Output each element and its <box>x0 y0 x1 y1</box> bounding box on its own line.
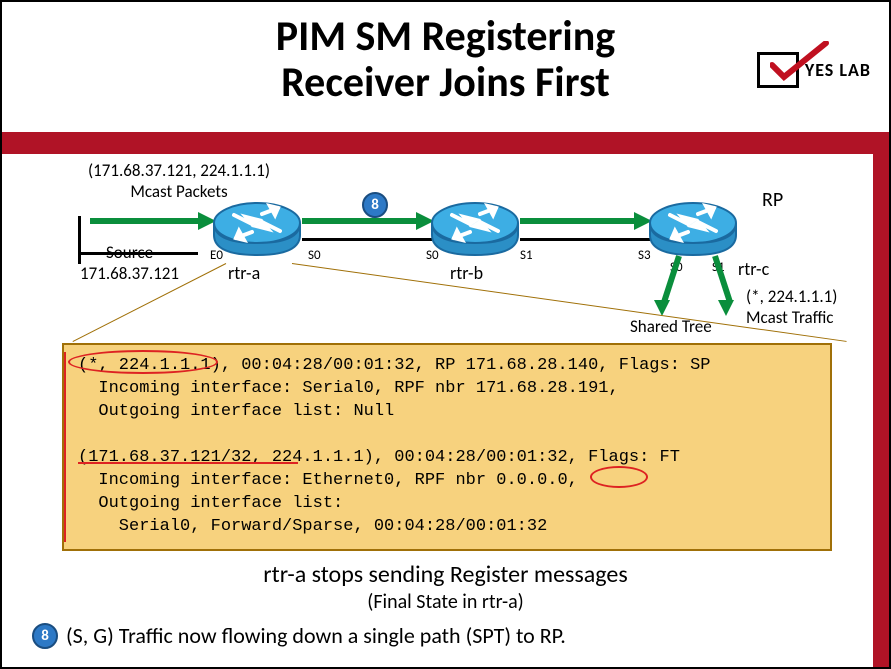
network-diagram: (171.68.37.121, 224.1.1.1) Mcast Packets… <box>2 162 873 322</box>
rtr-b-s0: S0 <box>426 248 439 263</box>
bc-arrow-line <box>520 218 634 224</box>
step-bullet-text: (S, G) Traffic now flowing down a single… <box>66 622 566 649</box>
router-icon <box>648 200 738 260</box>
yeslab-logo: YES LAB <box>757 52 871 88</box>
link-b-c <box>520 238 650 241</box>
router-c <box>648 200 738 260</box>
step-badge-bullet: 8 <box>32 623 58 649</box>
rtr-a-e0: E0 <box>210 248 223 263</box>
router-b <box>430 200 520 260</box>
step-badge-diagram: 8 <box>362 192 388 218</box>
accent-bar <box>2 132 889 154</box>
check-icon <box>770 41 832 87</box>
title-line2: Receiver Joins First <box>281 57 610 108</box>
title-line1: PIM SM Registering <box>276 11 615 62</box>
rtr-b-label: rtr-b <box>450 262 483 284</box>
step-bullet-row: 8 (S, G) Traffic now flowing down a sing… <box>32 622 566 649</box>
rtr-a-s0: S0 <box>308 248 321 263</box>
rtr-b-s1: S1 <box>520 248 533 263</box>
rp-traffic-label: (*, 224.1.1.1) Mcast Traffic <box>746 286 837 328</box>
ab-arrow-line <box>302 218 416 224</box>
red-annotation-oval1 <box>68 350 218 374</box>
router-icon <box>212 200 302 260</box>
red-annotation-oval2 <box>590 466 648 488</box>
rtr-c-s3: S3 <box>638 248 651 263</box>
logo-checkbox <box>757 52 799 88</box>
rp-label: RP <box>762 188 783 212</box>
shared-tree-arrow2-head <box>718 300 734 316</box>
caption-main: rtr-a stops sending Register messages <box>2 560 889 589</box>
caption-sub: (Final State in rtr-a) <box>2 590 889 614</box>
red-annotation-underline <box>78 462 298 464</box>
router-icon <box>430 200 520 260</box>
source-host-label: Source 171.68.37.121 <box>80 242 179 284</box>
rtr-c-label: rtr-c <box>738 258 769 280</box>
cli-output: (*, 224.1.1.1), 00:04:28/00:01:32, RP 17… <box>62 343 832 551</box>
lan-segment <box>78 216 81 264</box>
red-annotation-vline <box>64 352 66 542</box>
rtr-a-label: rtr-a <box>228 262 260 284</box>
shared-tree-label: Shared Tree <box>630 316 712 337</box>
router-a <box>212 200 302 260</box>
mcast-packets-label: (171.68.37.121, 224.1.1.1) Mcast Packets <box>88 160 270 202</box>
src-arrow-line <box>90 218 198 224</box>
lan-link <box>78 252 198 255</box>
link-a-b <box>302 238 432 241</box>
